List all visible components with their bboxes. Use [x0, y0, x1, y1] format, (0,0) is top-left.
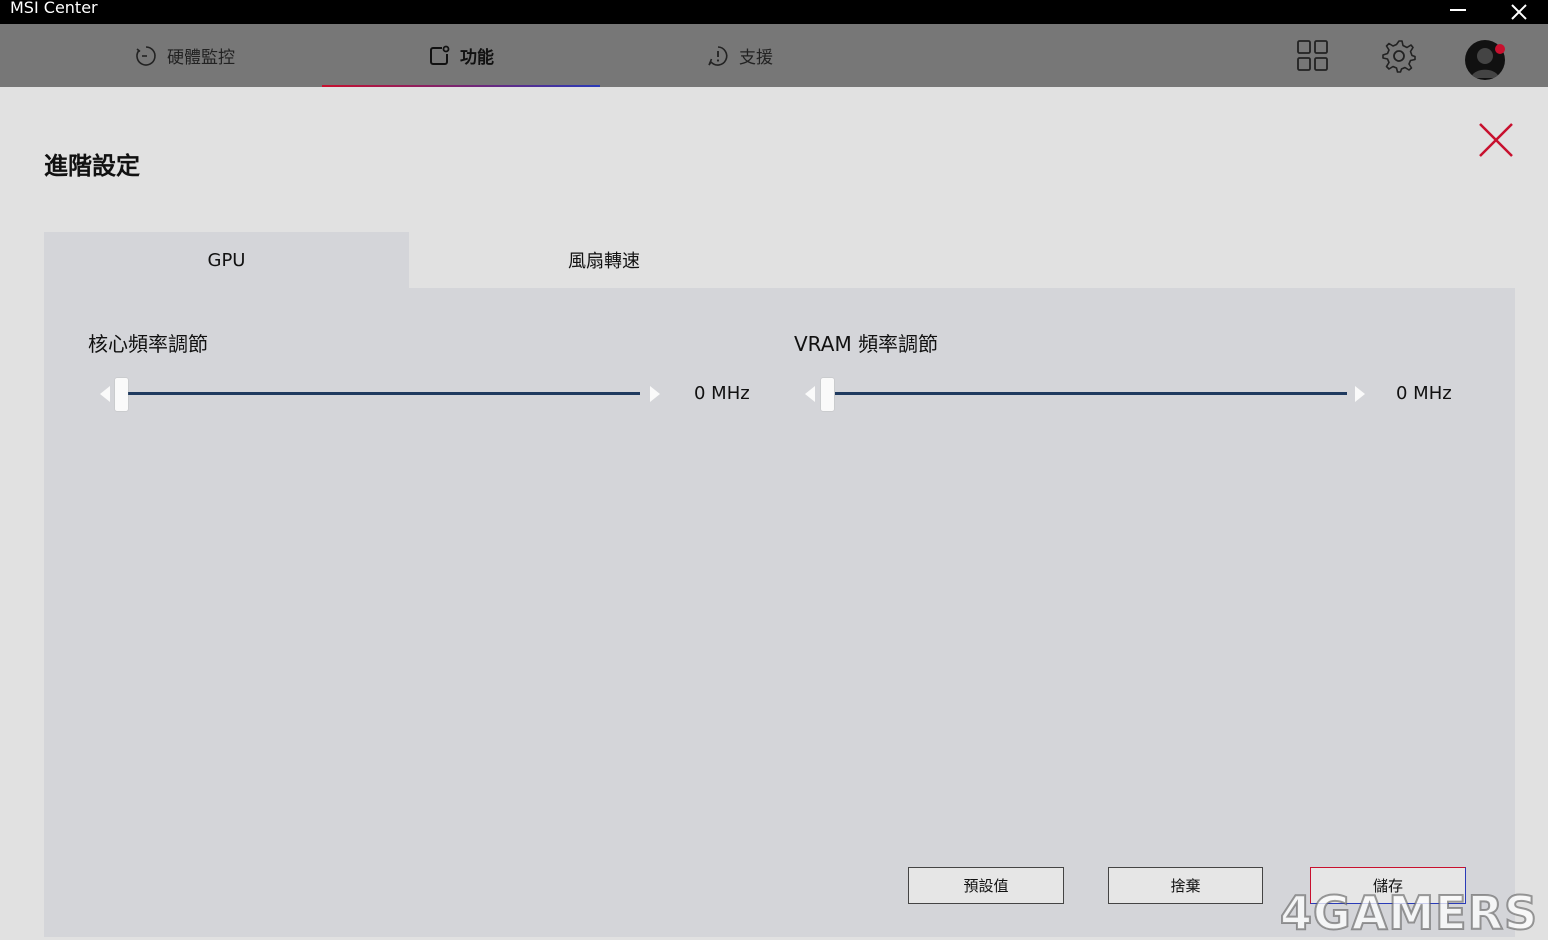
close-icon [1511, 4, 1527, 20]
core-clock-value: 0 MHz [694, 383, 750, 404]
close-icon [1479, 123, 1513, 157]
slider-thumb[interactable] [821, 378, 834, 411]
app-title: MSI Center [10, 0, 98, 17]
apps-grid-button[interactable] [1288, 24, 1338, 87]
slider-thumb[interactable] [115, 378, 128, 411]
title-bar: MSI Center [0, 0, 1548, 24]
discard-button[interactable]: 捨棄 [1108, 867, 1263, 904]
nav-tab-label: 硬體監控 [167, 48, 235, 68]
close-panel-button[interactable] [1476, 120, 1516, 160]
minimize-button[interactable] [1438, 0, 1478, 24]
window-close-button[interactable] [1499, 0, 1539, 24]
vram-clock-slider[interactable] [805, 378, 1370, 411]
vram-clock-value: 0 MHz [1396, 383, 1452, 404]
slider-track[interactable] [835, 392, 1347, 395]
tab-gpu[interactable]: GPU [44, 232, 409, 288]
notification-dot [1495, 44, 1505, 54]
tab-fan-speed[interactable]: 風扇轉速 [409, 232, 799, 288]
increase-arrow-icon[interactable] [1355, 386, 1365, 402]
gauge-icon [136, 45, 156, 66]
nav-tab-support[interactable]: 支援 [650, 24, 830, 87]
core-clock-label: 核心頻率調節 [88, 332, 208, 356]
core-clock-slider[interactable] [100, 378, 665, 411]
decrease-arrow-icon[interactable] [805, 386, 815, 402]
increase-arrow-icon[interactable] [650, 386, 660, 402]
slider-track[interactable] [128, 392, 640, 395]
default-button[interactable]: 預設值 [908, 867, 1064, 904]
main-nav: 硬體監控 功能 支援 [0, 24, 1548, 87]
gear-icon [1382, 39, 1416, 73]
decrease-arrow-icon[interactable] [100, 386, 110, 402]
nav-tab-hardware-monitor[interactable]: 硬體監控 [90, 24, 280, 87]
nav-tab-label: 支援 [739, 48, 773, 68]
user-avatar-button[interactable] [1460, 24, 1510, 87]
settings-button[interactable] [1374, 24, 1424, 87]
support-icon [708, 45, 728, 66]
nav-tab-label: 功能 [460, 48, 494, 68]
apps-grid-icon [1297, 39, 1328, 71]
watermark-logo: 4GAMERS [1279, 885, 1539, 940]
nav-tab-features[interactable]: 功能 [322, 24, 600, 87]
vram-clock-label: VRAM 頻率調節 [794, 332, 939, 356]
page-title: 進階設定 [44, 152, 140, 180]
feature-icon [430, 45, 450, 65]
